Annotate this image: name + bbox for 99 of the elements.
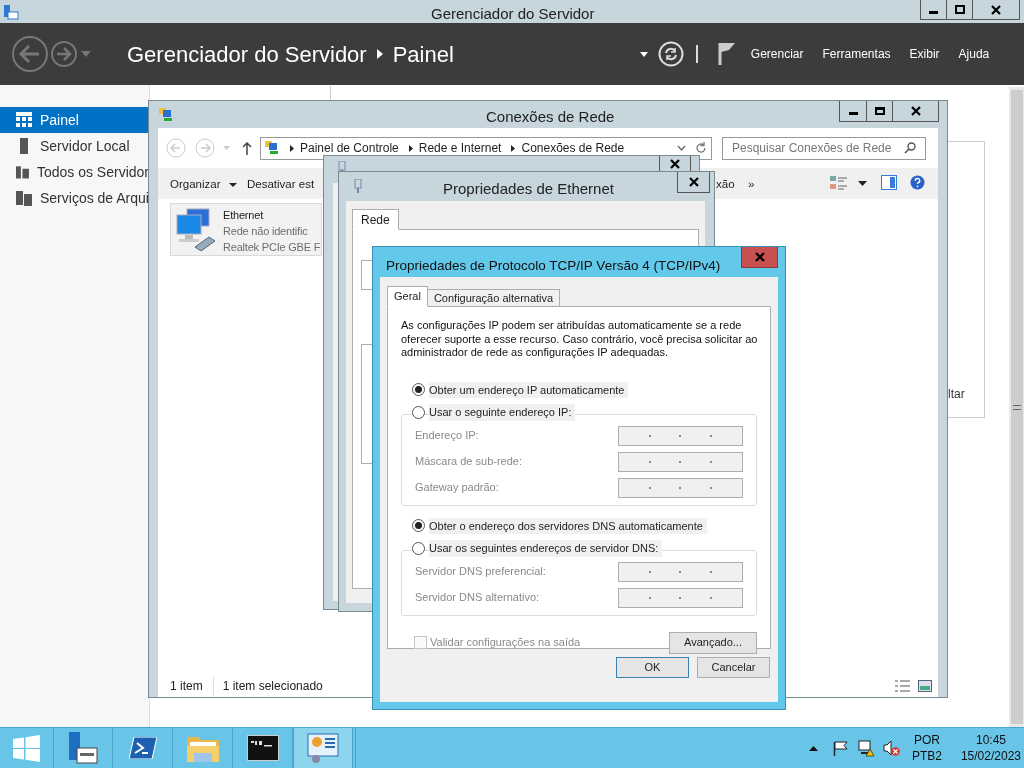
radio-button[interactable] bbox=[412, 383, 425, 397]
help-icon[interactable] bbox=[910, 175, 925, 190]
window-title: Conexões de Rede bbox=[486, 107, 615, 127]
tab[interactable]: Geral bbox=[387, 286, 428, 307]
radio-button[interactable] bbox=[412, 519, 425, 533]
header-title: Gerenciador do Servidor bbox=[127, 40, 367, 69]
search-icon[interactable] bbox=[904, 142, 916, 154]
refresh-icon[interactable] bbox=[695, 142, 707, 154]
description-text: As configurações IP podem ser atribuídas automaticamente se a rede oferecer suporte a esse recurso. Caso contrário, você precisa solicitar ao administrador de rede as configurações IP adequadas. bbox=[401, 319, 759, 360]
search-field[interactable]: Pesquisar Conexões de Rede bbox=[722, 136, 926, 160]
control-panel-icon bbox=[306, 732, 340, 764]
field-label: Servidor DNS alternativo: bbox=[415, 590, 540, 606]
powershell-icon[interactable] bbox=[128, 737, 157, 759]
close-button[interactable] bbox=[677, 172, 710, 193]
menu-item[interactable]: Exibir bbox=[909, 45, 940, 63]
sidebar-item[interactable]: Painel bbox=[0, 107, 149, 133]
up-arrow-icon[interactable] bbox=[242, 141, 252, 155]
close-icon bbox=[910, 106, 921, 116]
radio-label: Usar os seguintes endereços de servidor DNS: bbox=[429, 540, 663, 557]
dialog-title: Propriedades de Protocolo TCP/IP Versão 4 (TCP/IPv4) bbox=[386, 257, 721, 275]
scrollbar[interactable] bbox=[1009, 87, 1024, 727]
window-title: Propriedades de Ethernet bbox=[443, 179, 614, 199]
forward-button[interactable] bbox=[50, 40, 78, 68]
taskbar-button[interactable] bbox=[293, 728, 353, 768]
server-manager-icon bbox=[3, 3, 19, 20]
menu-item[interactable]: Gerenciar bbox=[750, 45, 804, 63]
breadcrumb-arrow-icon bbox=[511, 144, 516, 152]
menu-item[interactable]: Ajuda bbox=[958, 45, 990, 63]
network-icon bbox=[158, 106, 174, 123]
adapter-name: Realtek PCIe GBE F bbox=[223, 240, 321, 255]
ip-address-field[interactable] bbox=[618, 425, 743, 446]
toolbar-button[interactable]: » bbox=[748, 176, 755, 194]
ethernet-plug-icon bbox=[354, 179, 362, 193]
network-icon bbox=[264, 140, 280, 156]
close-icon bbox=[991, 4, 1001, 15]
status-text: 1 item bbox=[170, 678, 204, 695]
breadcrumb-item[interactable]: Painel de Controle bbox=[300, 139, 399, 157]
breadcrumb-item[interactable]: Conexões de Rede bbox=[521, 139, 625, 157]
flag-icon[interactable] bbox=[717, 42, 736, 66]
ip-address-field[interactable] bbox=[618, 451, 743, 472]
advanced-button[interactable]: Avançado... bbox=[669, 631, 757, 654]
folder-server-icon bbox=[16, 190, 32, 206]
checkbox-label: Validar configurações na saída bbox=[430, 635, 581, 651]
back-button[interactable] bbox=[11, 35, 49, 73]
sidebar-item[interactable]: Todos os Servidor bbox=[0, 159, 149, 185]
show-hidden-icons-button[interactable] bbox=[808, 745, 818, 751]
grid-icon bbox=[16, 112, 32, 128]
flag-icon[interactable] bbox=[832, 740, 849, 756]
breadcrumb-item[interactable]: Rede e Internet bbox=[418, 139, 502, 157]
field-label: Gateway padrão: bbox=[415, 480, 499, 496]
caret-icon[interactable] bbox=[639, 51, 648, 57]
close-icon bbox=[754, 252, 765, 262]
connection-name: Ethernet bbox=[223, 208, 265, 223]
field-label: Máscara de sub-rede: bbox=[415, 454, 522, 470]
refresh-button[interactable] bbox=[657, 41, 684, 67]
menu-item[interactable]: Ferramentas bbox=[822, 45, 891, 63]
server-manager-icon[interactable] bbox=[67, 731, 99, 765]
radio-label: Obter o endereço dos servidores DNS automaticamente bbox=[429, 517, 707, 534]
caret-icon[interactable] bbox=[858, 181, 867, 186]
toolbar-button[interactable]: xão bbox=[716, 176, 735, 194]
command-prompt-icon[interactable] bbox=[246, 735, 279, 761]
servers-icon bbox=[16, 164, 29, 180]
tab[interactable]: Configuração alternativa bbox=[427, 289, 561, 307]
sidebar-item[interactable]: Servidor Local bbox=[0, 133, 149, 159]
field-label: Endereço IP: bbox=[415, 428, 479, 444]
language-indicator[interactable]: POR PTB2 bbox=[911, 732, 942, 764]
chevron-down-icon[interactable] bbox=[677, 145, 686, 151]
clock[interactable]: 10:45 15/02/2023 bbox=[960, 732, 1021, 764]
network-warning-icon[interactable] bbox=[857, 739, 875, 757]
preview-pane-icon[interactable] bbox=[881, 175, 897, 190]
radio-label: Usar o seguinte endereço IP: bbox=[429, 404, 576, 421]
tab[interactable]: Rede bbox=[352, 209, 399, 230]
status-text: 1 item selecionado bbox=[212, 677, 324, 695]
radio-label: Obter um endereço IP automaticamente bbox=[429, 381, 629, 398]
ip-address-field[interactable] bbox=[618, 587, 743, 608]
dialog-button[interactable]: OK bbox=[616, 657, 689, 678]
window-title: Gerenciador do Servidor bbox=[431, 4, 595, 24]
dialog-button[interactable]: Cancelar bbox=[697, 657, 770, 678]
breadcrumb-arrow-icon bbox=[290, 144, 294, 152]
field-label: Servidor DNS preferencial: bbox=[415, 564, 546, 580]
close-icon bbox=[688, 177, 699, 187]
header-page: Painel bbox=[392, 40, 454, 69]
close-button[interactable] bbox=[659, 156, 691, 171]
speaker-muted-icon[interactable] bbox=[882, 739, 900, 757]
radio-button[interactable] bbox=[412, 405, 425, 419]
toolbar-button[interactable]: Desativar est bbox=[247, 176, 315, 194]
breadcrumb-arrow-icon bbox=[408, 144, 413, 152]
connection-status: Rede não identific bbox=[223, 224, 309, 239]
sidebar-item[interactable]: Serviços de Arqui bbox=[0, 185, 149, 211]
ip-address-field[interactable] bbox=[618, 561, 743, 582]
windows-start-button[interactable] bbox=[13, 734, 40, 762]
panel-text: ltar bbox=[948, 386, 965, 403]
radio-button[interactable] bbox=[412, 541, 425, 555]
breadcrumb-arrow-icon bbox=[376, 49, 383, 59]
close-icon bbox=[670, 158, 680, 169]
ip-address-field[interactable] bbox=[618, 477, 743, 498]
toolbar-button[interactable]: Organizar bbox=[170, 176, 237, 194]
thumbnail-view-icon[interactable] bbox=[918, 680, 932, 692]
connection-item[interactable]: Ethernet Rede não identific Realtek PCIe GBE F bbox=[170, 203, 322, 256]
